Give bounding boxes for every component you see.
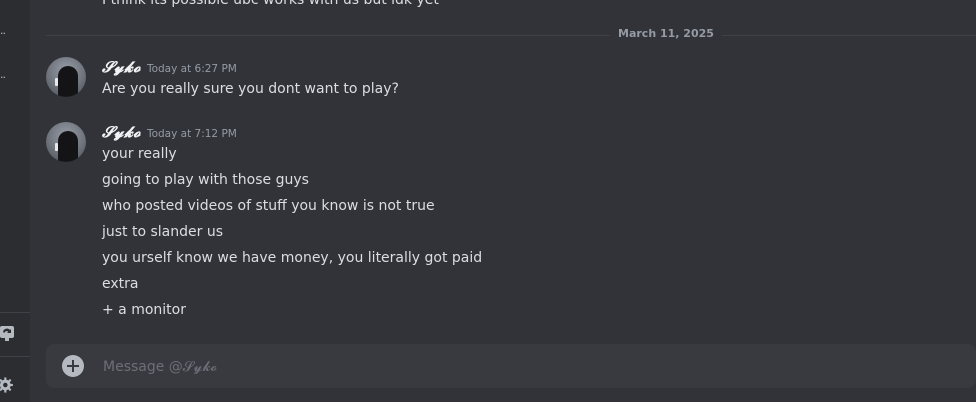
date-divider-line bbox=[46, 35, 976, 36]
message-header: 𝓢𝔂𝓴𝓸 Today at 6:27 PM bbox=[102, 57, 237, 76]
sidebar-overflow-dots[interactable]: .. bbox=[0, 24, 6, 37]
message-line: + a monitor bbox=[102, 302, 186, 318]
message-body: your really going to play with those guy… bbox=[102, 141, 482, 323]
previous-message-text: I think its possible ubc works with us b… bbox=[102, 0, 439, 8]
message-header: 𝓢𝔂𝓴𝓸 Today at 7:12 PM bbox=[102, 122, 237, 141]
message-line: who posted videos of stuff you know is n… bbox=[102, 198, 435, 214]
sidebar-divider bbox=[0, 356, 30, 357]
message-composer bbox=[46, 344, 976, 388]
message-body: Are you really sure you dont want to pla… bbox=[102, 76, 399, 102]
message-timestamp[interactable]: Today at 6:27 PM bbox=[147, 63, 237, 75]
avatar-detail bbox=[55, 143, 58, 151]
message-group: 𝓢𝔂𝓴𝓸 Today at 7:12 PM your really going t… bbox=[46, 122, 946, 332]
add-attachment-button[interactable] bbox=[62, 355, 84, 377]
dm-app: .. .. I think its possible ubc works wit… bbox=[0, 0, 976, 402]
avatar-detail bbox=[55, 78, 58, 86]
username[interactable]: 𝓢𝔂𝓴𝓸 bbox=[102, 58, 141, 76]
message-group: 𝓢𝔂𝓴𝓸 Today at 6:27 PM Are you really sure… bbox=[46, 57, 946, 103]
chat-area: I think its possible ubc works with us b… bbox=[30, 0, 976, 402]
gear-icon[interactable] bbox=[0, 376, 16, 394]
sidebar-divider bbox=[0, 312, 30, 313]
message-line: extra bbox=[102, 276, 139, 292]
avatar-figure bbox=[58, 66, 78, 97]
avatar[interactable] bbox=[46, 122, 86, 162]
left-sidebar-strip: .. .. bbox=[0, 0, 30, 402]
message-timestamp[interactable]: Today at 7:12 PM bbox=[147, 128, 237, 140]
message-input[interactable] bbox=[101, 355, 925, 379]
date-divider-label: March 11, 2025 bbox=[610, 27, 722, 40]
username[interactable]: 𝓢𝔂𝓴𝓸 bbox=[102, 123, 141, 141]
sidebar-overflow-dots[interactable]: .. bbox=[0, 68, 6, 81]
message-line: going to play with those guys bbox=[102, 172, 309, 188]
message-line: your really bbox=[102, 146, 177, 162]
message-line: you urself know we have money, you liter… bbox=[102, 250, 483, 266]
refresh-icon[interactable] bbox=[0, 324, 16, 342]
avatar[interactable] bbox=[46, 57, 86, 97]
avatar-figure bbox=[58, 131, 78, 162]
message-line: Are you really sure you dont want to pla… bbox=[102, 81, 399, 97]
message-line: just to slander us bbox=[102, 224, 224, 240]
